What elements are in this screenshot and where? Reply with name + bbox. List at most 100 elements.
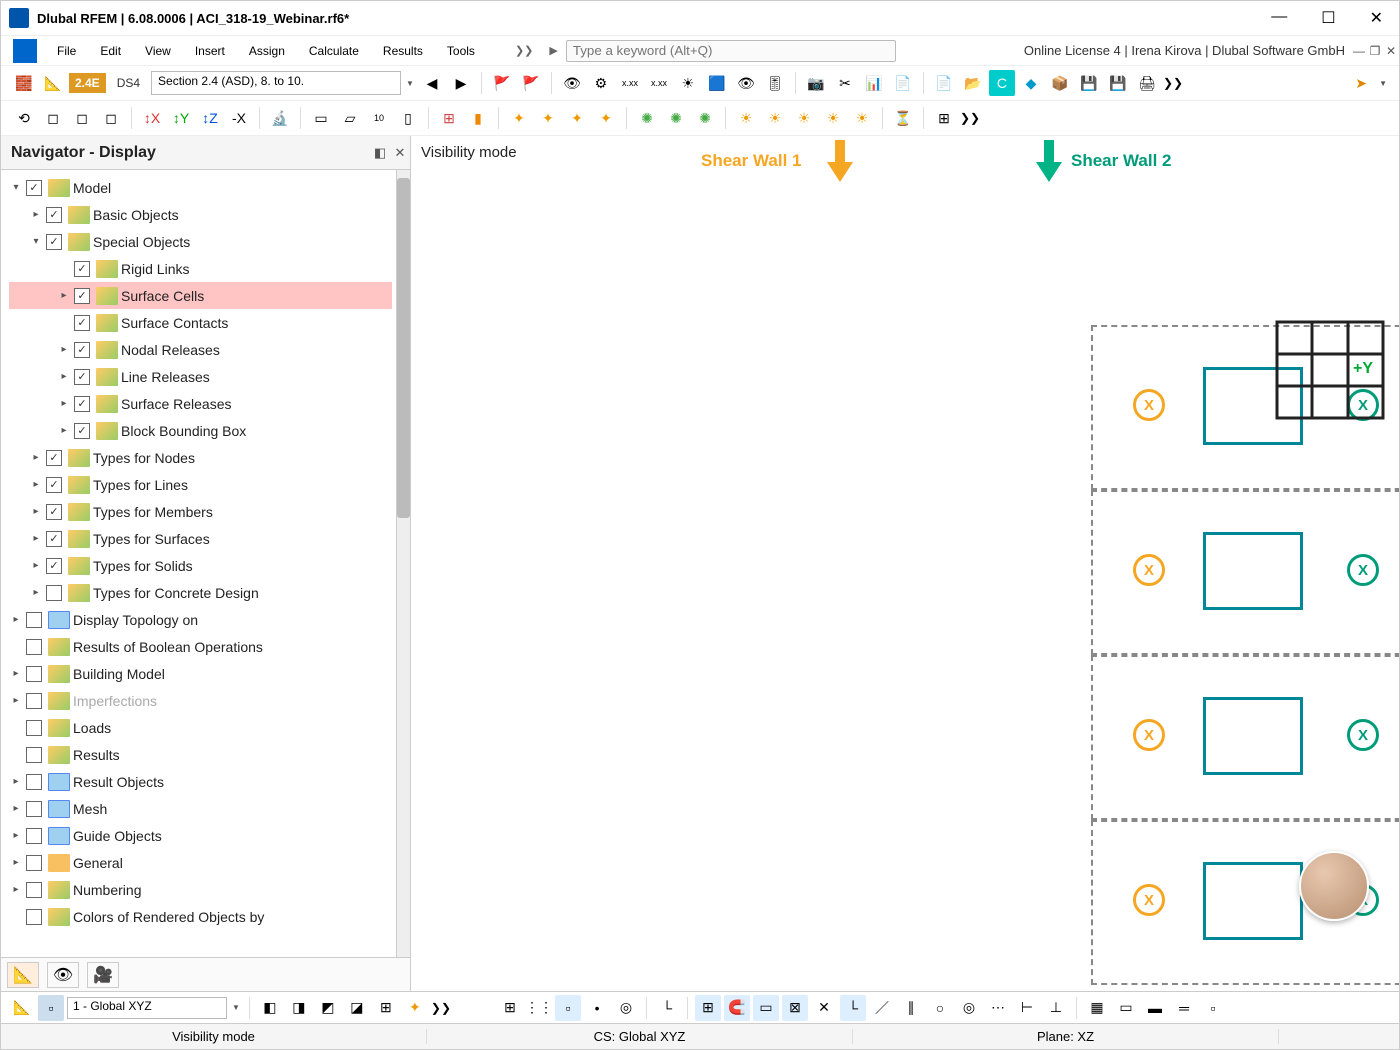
expand-icon[interactable]: ▸ [29,479,43,490]
checkbox[interactable]: ✓ [26,720,42,736]
tree-item[interactable]: ▸✓Types for Solids [9,552,392,579]
plane-icon[interactable]: ▱ [337,105,363,131]
snap2-icon[interactable]: ◨ [286,995,312,1021]
nav-next-button[interactable]: ▶ [448,70,474,96]
snap-rect-icon[interactable]: ▭ [753,995,779,1021]
axis-y-icon[interactable]: ↕Y [168,105,194,131]
eye-off-icon[interactable]: 👁 [733,70,759,96]
expand-icon[interactable]: ▸ [9,668,23,679]
checkbox[interactable]: ✓ [26,693,42,709]
chart-icon[interactable]: 📊 [861,70,887,96]
axis-z-icon[interactable]: ↕Z [197,105,223,131]
checkbox[interactable]: ✓ [26,666,42,682]
ruler-icon[interactable]: 10 [366,105,392,131]
checkbox[interactable]: ✓ [26,747,42,763]
slider-icon[interactable]: 🎚 [762,70,788,96]
tool-wall-icon[interactable]: 🧱 [11,70,37,96]
wall-level-3[interactable]: X X [1091,490,1399,655]
checkbox[interactable]: ✓ [26,774,42,790]
checkbox[interactable]: ✓ [46,585,62,601]
sun5-icon[interactable]: ☀ [849,105,875,131]
checkbox[interactable]: ✓ [46,234,62,250]
expand-icon[interactable]: ▸ [57,425,71,436]
tree-item[interactable]: ▾✓Model [9,174,392,201]
menu-calc[interactable]: Calculate [297,40,371,62]
tree-item[interactable]: ✓Rigid Links [9,255,392,282]
checkbox[interactable]: ✓ [74,261,90,277]
star1-icon[interactable]: ✦ [506,105,532,131]
expand-icon[interactable]: ▸ [9,884,23,895]
toolbar2-overflow-icon[interactable]: ❯❯ [960,111,980,125]
expand-icon[interactable]: ▸ [29,209,43,220]
navigator-tree[interactable]: ▾✓Model▸✓Basic Objects▾✓Special Objects✓… [1,170,396,957]
expand-icon[interactable]: ▸ [57,398,71,409]
checkbox[interactable]: ✓ [46,207,62,223]
tree-item[interactable]: ✓Results [9,741,392,768]
pointer-icon[interactable]: ➤ [1348,70,1374,96]
coordinate-system-combo[interactable]: 1 - Global XYZ [67,997,227,1019]
close-button[interactable]: ✕ [1362,6,1391,30]
render1-icon[interactable]: ▦ [1084,995,1110,1021]
expand-icon[interactable]: ▸ [29,533,43,544]
grid-orange-icon[interactable]: ▮ [465,105,491,131]
tree-item[interactable]: ▾✓Special Objects [9,228,392,255]
menu-assign[interactable]: Assign [237,40,297,62]
flag-delete-icon[interactable]: 🚩 [489,70,515,96]
checkbox[interactable]: ✓ [26,801,42,817]
tree-item[interactable]: ▸✓Surface Releases [9,390,392,417]
table-icon[interactable]: ⊞ [931,105,957,131]
snap-ring-icon[interactable]: ◎ [956,995,982,1021]
toolbar1-overflow-icon[interactable]: ❯❯ [1163,76,1183,90]
snap-line-icon[interactable]: ／ [869,995,895,1021]
show-loads-icon[interactable]: 👁 [559,70,585,96]
mdi-restore-button[interactable]: ❐ [1367,44,1383,58]
snap4-icon[interactable]: ◪ [344,995,370,1021]
tree-item[interactable]: ✓Surface Contacts [9,309,392,336]
axis-neg-x-icon[interactable]: -X [226,105,252,131]
cs-dropdown-icon[interactable]: ▼ [230,1003,242,1012]
snap-circle-icon[interactable]: ○ [927,995,953,1021]
mdi-close-button[interactable]: ✕ [1383,44,1399,58]
show-xxx-icon[interactable]: x.xx [617,70,643,96]
cs-blue-icon[interactable]: ▫ [38,995,64,1021]
snap-magnet-icon[interactable]: 🧲 [724,995,750,1021]
maximize-button[interactable]: ☐ [1313,6,1343,30]
snap5-icon[interactable]: ⊞ [373,995,399,1021]
print-icon[interactable]: 🖨 [1134,70,1160,96]
menu-file[interactable]: File [45,40,88,62]
camera-icon[interactable]: 📷 [803,70,829,96]
checkbox[interactable]: ✓ [46,504,62,520]
snap1-icon[interactable]: ◧ [257,995,283,1021]
app-menu-icon[interactable] [13,39,37,63]
checkbox[interactable]: ✓ [26,828,42,844]
snap-corner-icon[interactable]: └ [840,995,866,1021]
tree-item[interactable]: ▸✓Surface Cells [9,282,392,309]
snap3-icon[interactable]: ◩ [315,995,341,1021]
menu-overflow-icon[interactable]: ❯❯ [507,44,541,57]
tree-item[interactable]: ▸✓Types for Lines [9,471,392,498]
tree-item[interactable]: ▸✓Building Model [9,660,392,687]
assistant-avatar[interactable] [1299,851,1369,921]
mdi-minimize-button[interactable]: — [1351,44,1367,58]
sun3-icon[interactable]: ☀ [791,105,817,131]
menu-play-icon[interactable]: ▶ [541,44,565,57]
star2-icon[interactable]: ✦ [535,105,561,131]
show-support-icon[interactable]: ⚙ [588,70,614,96]
expand-icon[interactable]: ▸ [9,614,23,625]
wall-level-2[interactable]: X X [1091,655,1399,820]
tree-item[interactable]: ▸✓General [9,849,392,876]
layer-icon[interactable]: ▭ [308,105,334,131]
menu-edit[interactable]: Edit [88,40,133,62]
filter-icon[interactable]: ⏳ [890,105,916,131]
tree-item[interactable]: ▸✓Numbering [9,876,392,903]
orientation-cube[interactable]: +Y [1275,320,1385,430]
checkbox[interactable]: ✓ [26,612,42,628]
grid-red-icon[interactable]: ⊞ [436,105,462,131]
checkbox[interactable]: ✓ [26,855,42,871]
saveas-icon[interactable]: 💾 [1105,70,1131,96]
wall-icon[interactable]: ▯ [395,105,421,131]
sun-icon[interactable]: ☀ [675,70,701,96]
cloud-icon[interactable]: ◆ [1018,70,1044,96]
checkbox[interactable]: ✓ [74,342,90,358]
show-dash-icon[interactable]: x.xx [646,70,672,96]
